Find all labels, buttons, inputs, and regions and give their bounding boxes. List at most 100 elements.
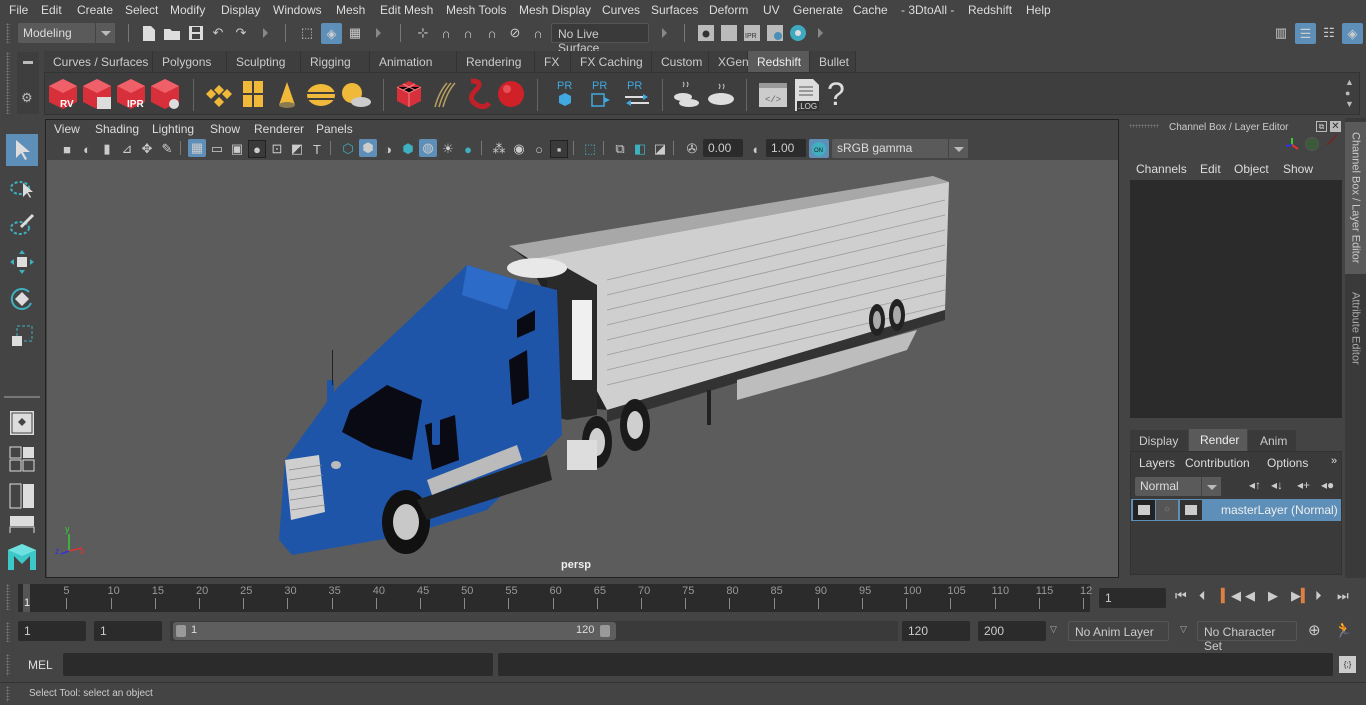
shelf-tab-polygons[interactable]: Polygons [153,51,227,72]
shelf-tab-bullet[interactable]: Bullet [810,51,856,72]
attribute-editor-toggle-icon[interactable]: ☰ [1295,23,1316,44]
open-scene-icon[interactable] [163,24,181,42]
redshift-log-icon[interactable]: .LOG [791,77,823,111]
grease-pencil-icon[interactable]: ✎ [158,140,176,158]
depth-of-field-icon[interactable]: ○ [530,140,548,158]
shelf-tab-custom[interactable]: Custom [652,51,709,72]
redshift-portal-light-icon[interactable] [237,77,269,111]
close-icon[interactable]: ✕ [1330,121,1341,132]
viewport-menu-view[interactable]: View [54,122,80,136]
range-grip[interactable] [6,622,10,642]
redshift-sun-sky-icon[interactable] [339,77,371,111]
redshift-pr-object-icon[interactable]: PR [551,77,583,111]
recycle-icon[interactable]: ○ [1156,500,1178,520]
layer-tab-anim[interactable]: Anim [1248,430,1296,451]
anim-layer-dropdown[interactable]: No Anim Layer [1068,621,1169,641]
shadows-icon[interactable]: ☀ [439,140,457,158]
render-toggle-icon[interactable] [1133,500,1155,520]
current-frame-field[interactable]: 1 [1099,588,1166,608]
redshift-render-view-icon[interactable]: RV [47,77,79,111]
bookmark-icon[interactable]: ▮ [98,140,116,158]
collapse-arrow-icon[interactable] [662,28,672,38]
gamma-icon[interactable]: ◖ [746,140,764,158]
xray-icon[interactable]: ⬚ [581,140,599,158]
film-gate-icon[interactable]: ▭ [208,140,226,158]
redshift-batch-render-icon[interactable] [81,77,113,111]
menu-display[interactable]: Display [221,3,260,17]
move-layer-down-icon[interactable]: ◂↓ [1271,478,1283,492]
shelf-tab-fx[interactable]: FX [535,51,571,72]
new-scene-icon[interactable] [140,24,158,42]
move-layer-up-icon[interactable]: ◂↑ [1249,478,1261,492]
modeling-toolkit-icon[interactable]: ▥ [1272,24,1290,42]
viewport-menu-shading[interactable]: Shading [95,122,139,136]
help-grip[interactable] [6,686,10,702]
panel-grip[interactable] [1129,124,1159,128]
redshift-dome-light-icon[interactable] [305,77,337,111]
collapse-arrow-icon[interactable] [263,28,273,38]
options-menu[interactable]: Options [1267,456,1308,470]
snap-grid-icon[interactable]: ⊹ [414,24,432,42]
command-grip[interactable] [6,654,10,676]
shelf-grip[interactable] [6,52,10,114]
scale-tool-icon[interactable] [6,320,38,352]
viewport-menu-panels[interactable]: Panels [316,122,353,136]
layer-tab-display[interactable]: Display [1130,430,1188,451]
menu-deform[interactable]: Deform [709,3,748,17]
collapse-arrow-icon[interactable] [376,28,386,38]
redshift-hair-icon[interactable] [427,77,459,111]
new-layer-icon[interactable]: ◂+ [1297,478,1310,492]
range-end-handle[interactable] [600,625,610,637]
go-to-start-icon[interactable]: ⏮ [1175,588,1187,604]
save-scene-icon[interactable] [187,24,205,42]
anim-layer-chevron-icon[interactable]: ▽ [1050,624,1057,635]
menu-edit-mesh[interactable]: Edit Mesh [380,3,433,17]
layer-tab-render[interactable]: Render [1189,429,1247,451]
menu-cache[interactable]: Cache [853,3,888,17]
exposure-field[interactable]: 0.00 [703,139,743,157]
viewport-menu-renderer[interactable]: Renderer [254,122,304,136]
playback-start-field[interactable]: 1 [94,621,162,641]
menu-mesh-tools[interactable]: Mesh Tools [446,3,506,17]
wireframe-icon[interactable]: ⬡ [339,140,357,158]
step-forward-key-icon[interactable]: ▶▍ [1291,588,1311,604]
render-view-icon[interactable] [697,24,715,42]
shelf-tab-animation[interactable]: Animation [370,51,457,72]
shelf-tab-fx-caching[interactable]: FX Caching [571,51,652,72]
select-object-icon[interactable]: ◈ [321,23,342,44]
mode-selector[interactable]: Modeling [18,23,115,43]
shelf-tab-curves-surfaces[interactable]: Curves / Surfaces [44,51,153,72]
menu-uv[interactable]: UV [763,3,780,17]
isolate-select-icon[interactable]: ▪ [550,140,568,158]
layer-row-master[interactable]: ○ masterLayer (Normal) [1131,499,1341,521]
range-bar[interactable]: 1 120 [173,622,616,640]
redshift-help-icon[interactable]: ? [827,77,859,111]
rotate-tool-icon[interactable] [6,283,38,315]
xray-active-components-icon[interactable]: ◧ [631,140,649,158]
redshift-volume-icon[interactable] [461,77,493,111]
select-component-icon[interactable]: ▦ [346,24,364,42]
single-perspective-layout-icon[interactable] [6,407,38,439]
xray-joints-icon[interactable]: ⧉ [611,140,629,158]
character-set-chevron-icon[interactable]: ▽ [1180,624,1187,635]
ipr-render-icon[interactable]: IPR [743,24,761,42]
step-forward-frame-icon[interactable]: ⏵ [1315,588,1322,604]
smooth-shade-icon[interactable]: ⬢ [359,139,377,157]
play-backward-icon[interactable]: ◀ [1245,588,1255,604]
make-live-icon[interactable]: ∩ [529,24,547,42]
command-input[interactable] [63,653,493,676]
layer-blend-mode-dropdown[interactable]: Normal [1135,477,1221,496]
redshift-pr-swap-icon[interactable]: PR [621,77,653,111]
lasso-tool-icon[interactable] [6,172,38,204]
gamma-field[interactable]: 1.00 [766,139,806,157]
redshift-render-settings-icon[interactable] [149,77,181,111]
motion-blur-icon[interactable]: ⁂ [490,140,508,158]
contribution-menu[interactable]: Contribution [1185,456,1250,470]
animation-preferences-icon[interactable]: 🏃 [1334,621,1353,639]
menu-mesh-display[interactable]: Mesh Display [519,3,591,17]
four-view-layout-icon[interactable] [6,443,38,475]
animation-start-field[interactable]: 1 [18,621,86,641]
shelf-scroll[interactable]: ▲ ● ▼ [1345,77,1354,110]
shelf-menu-icon[interactable] [23,61,33,64]
wireframe-on-shaded-icon[interactable]: ◑ [379,140,397,158]
